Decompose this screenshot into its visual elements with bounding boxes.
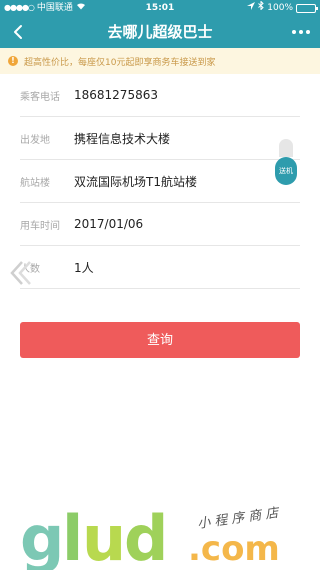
- form-row-time[interactable]: 用车时间 2017/01/06: [20, 203, 300, 246]
- battery-icon: [296, 3, 318, 13]
- form-row-phone[interactable]: 乘客电话 18681275863: [20, 74, 300, 117]
- more-dot-icon: [299, 30, 303, 34]
- notice-banner: ! 超高性价比，每座仅10元起即享商务车接送到家: [0, 48, 320, 74]
- nav-bar: 去哪儿超级巴士: [0, 16, 320, 48]
- svg-text:u: u: [82, 502, 126, 570]
- watermark-logo: g l u d .com 小 程 序 商 店: [20, 490, 300, 570]
- status-bar: ●●●●○ 中国联通 15:01 100%: [0, 0, 320, 16]
- svg-text:小 程 序 商 店: 小 程 序 商 店: [196, 505, 281, 531]
- svg-text:g: g: [20, 502, 64, 570]
- location-icon: [247, 0, 256, 16]
- form-label: 出发地: [20, 134, 50, 146]
- airport-dropoff-toggle[interactable]: 送机: [275, 139, 297, 185]
- form-row-origin[interactable]: 出发地 携程信息技术大楼: [20, 117, 300, 160]
- svg-text:.com: .com: [188, 529, 280, 569]
- query-button[interactable]: 查询: [20, 322, 300, 358]
- form-label: 乘客电话: [20, 91, 60, 103]
- form-row-terminal[interactable]: 航站楼 双流国际机场T1航站楼: [20, 160, 300, 203]
- terminal-field[interactable]: 双流国际机场T1航站楼: [74, 173, 197, 190]
- form-row-passengers[interactable]: 人数 1人: [20, 246, 300, 289]
- time-field[interactable]: 2017/01/06: [74, 217, 143, 231]
- battery-label: 100%: [267, 3, 293, 13]
- page-title: 去哪儿超级巴士: [107, 23, 213, 41]
- origin-field[interactable]: 携程信息技术大楼: [74, 130, 170, 147]
- status-right: 100%: [247, 0, 318, 16]
- svg-text:d: d: [124, 502, 168, 570]
- notice-text: 超高性价比，每座仅10元起即享商务车接送到家: [24, 57, 216, 68]
- bluetooth-icon: [258, 0, 264, 16]
- svg-text:l: l: [62, 502, 83, 570]
- booking-form: 乘客电话 18681275863 出发地 携程信息技术大楼 航站楼 双流国际机场…: [20, 74, 300, 289]
- more-dot-icon: [306, 30, 310, 34]
- warning-icon: !: [8, 56, 18, 66]
- more-button[interactable]: [292, 16, 310, 48]
- passengers-field[interactable]: 1人: [74, 259, 94, 276]
- phone-field[interactable]: 18681275863: [74, 88, 158, 102]
- double-chevron-left-icon[interactable]: [8, 258, 36, 288]
- form-label: 用车时间: [20, 220, 60, 232]
- form-label: 航站楼: [20, 177, 50, 189]
- more-dot-icon: [292, 30, 296, 34]
